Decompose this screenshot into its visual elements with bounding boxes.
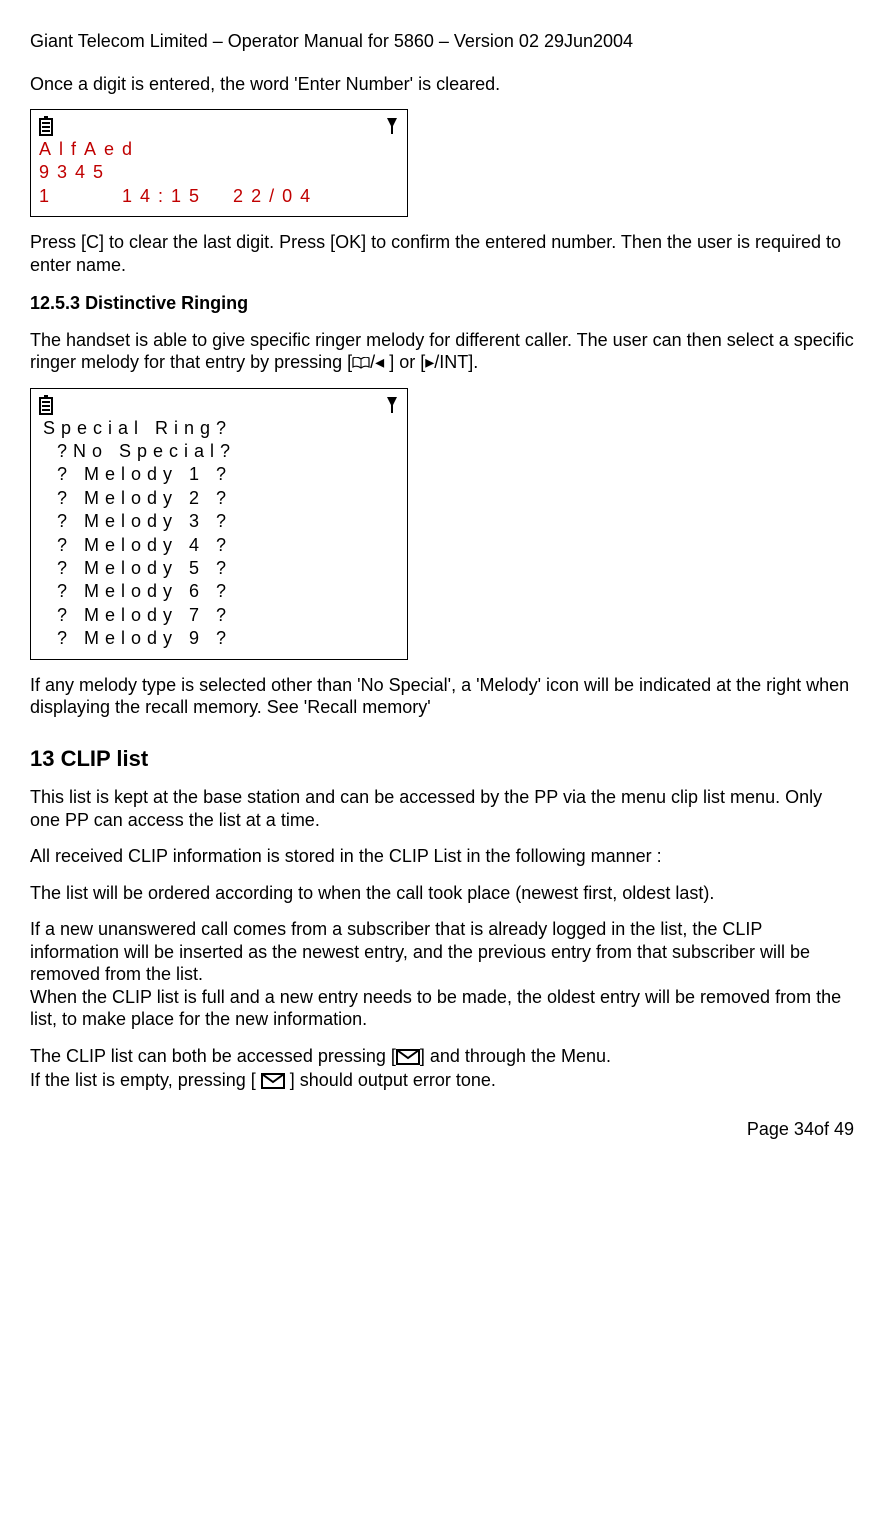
screen-status-bar	[39, 395, 399, 415]
screen-menu-line: ? Melody 3 ?	[39, 510, 399, 533]
envelope-icon	[396, 1049, 420, 1065]
battery-icon	[39, 116, 53, 136]
paragraph: All received CLIP information is stored …	[30, 845, 854, 868]
envelope-icon	[261, 1073, 285, 1089]
paragraph: If a new unanswered call comes from a su…	[30, 918, 854, 986]
page-header: Giant Telecom Limited – Operator Manual …	[30, 30, 854, 53]
screen-menu-line: ? Melody 1 ?	[39, 463, 399, 486]
screen-menu-line: ? Melody 9 ?	[39, 627, 399, 650]
screen-menu-line: ? Melody 7 ?	[39, 604, 399, 627]
antenna-icon	[385, 395, 399, 415]
paragraph: The handset is able to give specific rin…	[30, 329, 854, 374]
screen-line: AlfAed	[39, 138, 399, 161]
text-run: ] should output error tone.	[290, 1070, 496, 1090]
text-run: ] or [	[389, 352, 425, 372]
text-run: The CLIP list can both be accessed press…	[30, 1046, 396, 1066]
section-title: CLIP list	[61, 746, 149, 771]
battery-icon	[39, 395, 53, 415]
screen-menu-line: ? Melody 2 ?	[39, 487, 399, 510]
screen-menu-line: ?No Special?	[39, 440, 399, 463]
subsection-number: 12.5.3	[30, 293, 80, 313]
paragraph: If any melody type is selected other tha…	[30, 674, 854, 719]
paragraph: Press [C] to clear the last digit. Press…	[30, 231, 854, 276]
paragraph: This list is kept at the base station an…	[30, 786, 854, 831]
text-run: ] and through the Menu.	[420, 1046, 611, 1066]
screen-menu-line: ? Melody 4 ?	[39, 534, 399, 557]
book-icon	[352, 357, 370, 369]
lcd-screen-2: Special Ring? ?No Special?? Melody 1 ?? …	[30, 388, 408, 660]
paragraph: The CLIP list can both be accessed press…	[30, 1045, 854, 1068]
section-heading: 13 CLIP list	[30, 745, 854, 773]
screen-status-bar	[39, 116, 399, 136]
paragraph: When the CLIP list is full and a new ent…	[30, 986, 854, 1031]
paragraph: Once a digit is entered, the word 'Enter…	[30, 73, 854, 96]
text-run: /INT].	[434, 352, 478, 372]
section-number: 13	[30, 746, 54, 771]
paragraph: The list will be ordered according to wh…	[30, 882, 854, 905]
screen-title-line: Special Ring?	[39, 417, 399, 440]
screen-line: 9345	[39, 161, 399, 184]
page-footer: Page 34of 49	[30, 1118, 854, 1141]
screen-line: 1 14:15 22/04	[39, 185, 399, 208]
right-triangle-icon: ▸	[425, 352, 434, 372]
text-run: If the list is empty, pressing [	[30, 1070, 256, 1090]
subsection-title: Distinctive Ringing	[85, 293, 248, 313]
subsection-heading: 12.5.3 Distinctive Ringing	[30, 292, 854, 315]
paragraph: If the list is empty, pressing [ ] shoul…	[30, 1069, 854, 1092]
screen-menu-line: ? Melody 5 ?	[39, 557, 399, 580]
lcd-screen-1: AlfAed 9345 1 14:15 22/04	[30, 109, 408, 217]
left-triangle-icon: ◂	[375, 352, 384, 372]
antenna-icon	[385, 116, 399, 136]
screen-menu-line: ? Melody 6 ?	[39, 580, 399, 603]
